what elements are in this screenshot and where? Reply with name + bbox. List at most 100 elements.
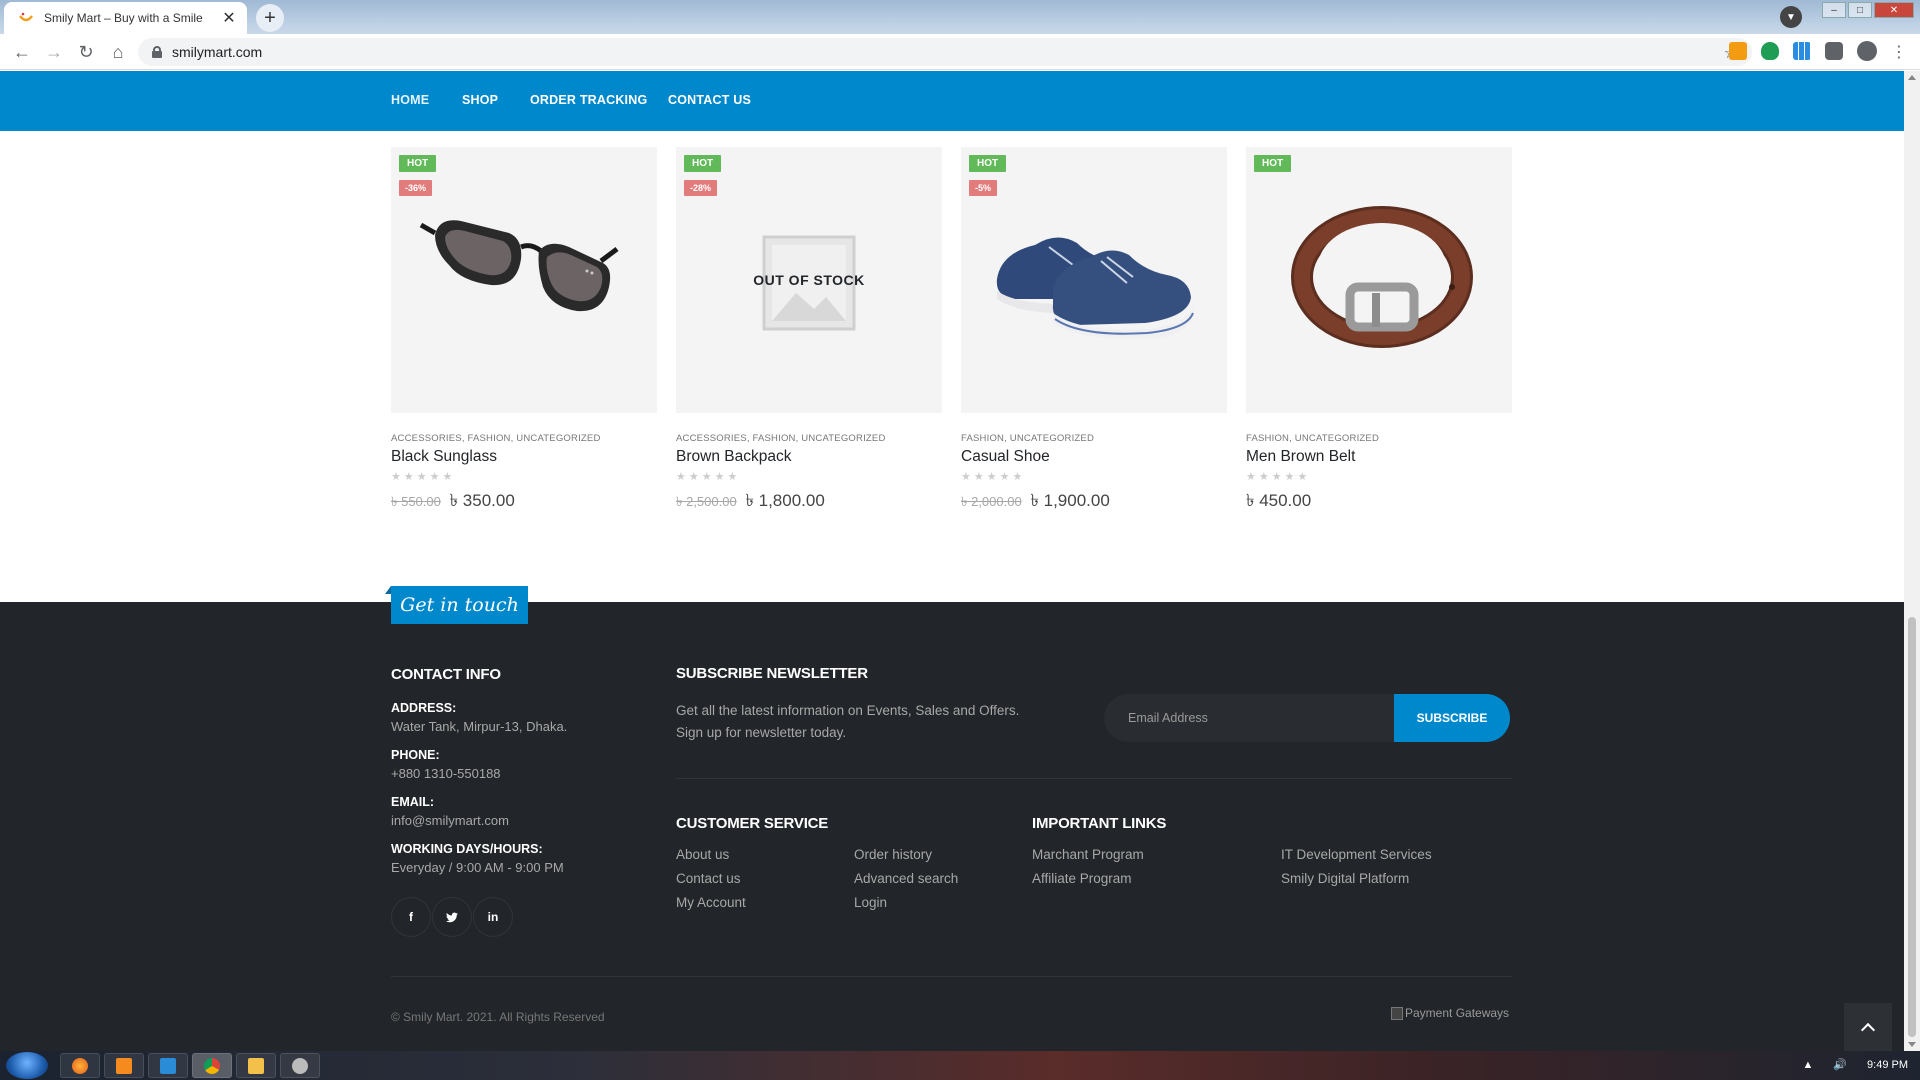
link-order-history[interactable]: Order history [854,847,932,862]
product-card[interactable]: HOT FASHION, UNCATEGORIZED Men Brown Bel… [1246,147,1512,516]
system-tray: ▲ 🔊 9:49 PM [1802,1058,1908,1072]
start-button-icon[interactable] [6,1052,48,1079]
sale-price: ৳ 350.00 [449,491,515,510]
link-marchant-program[interactable]: Marchant Program [1032,847,1144,862]
chrome-taskbar-icon[interactable] [192,1053,232,1078]
scrollbar-thumb[interactable] [1908,617,1916,1037]
sale-price: ৳ 450.00 [1246,491,1312,510]
facebook-icon[interactable]: f [391,897,431,937]
rating-stars: ★★★★★ [961,471,1026,483]
product-name[interactable]: Men Brown Belt [1246,448,1512,466]
minimize-icon[interactable]: – [1822,2,1846,18]
tray-expand-icon[interactable]: ▲ [1802,1059,1813,1071]
hot-badge: HOT [1254,155,1292,172]
address-label: ADDRESS: [391,701,457,715]
product-card[interactable]: HOT -28% OUT OF STOCK ACCESSORIES, FASHI… [676,147,942,516]
newsletter-email-input[interactable] [1104,694,1394,742]
payment-gateways-image: Payment Gateways [1391,1006,1509,1020]
scroll-down-arrow-icon[interactable] [1908,1042,1916,1047]
vscode-taskbar-icon[interactable] [148,1053,188,1078]
scroll-to-top-button[interactable] [1844,1003,1892,1051]
sublime-taskbar-icon[interactable] [104,1053,144,1078]
browser-profile-icon[interactable]: ▼ [1780,6,1802,28]
new-tab-button[interactable]: + [256,4,284,32]
nav-contact-us[interactable]: CONTACT US [668,93,751,107]
link-smily-digital-platform[interactable]: Smily Digital Platform [1281,871,1409,886]
browser-tab-active[interactable]: Smily Mart – Buy with a Smile ✕ [4,2,247,34]
file-explorer-taskbar-icon[interactable] [236,1053,276,1078]
newsletter-form: SUBSCRIBE [1104,694,1510,742]
product-image[interactable]: HOT -28% OUT OF STOCK [676,147,942,413]
old-price: ৳ 2,500.00 [676,494,737,509]
product-image[interactable]: HOT -5% [961,147,1227,413]
nav-order-tracking[interactable]: ORDER TRACKING [530,93,647,107]
nav-shop[interactable]: SHOP [462,93,498,107]
linkedin-icon[interactable]: in [473,897,513,937]
link-contact-us[interactable]: Contact us [676,871,741,886]
window-controls: – □ ✕ [1822,2,1914,18]
payment-gateways-alt: Payment Gateways [1405,1006,1510,1020]
clock-time[interactable]: 9:49 PM [1867,1059,1908,1071]
account-avatar-icon[interactable] [1857,41,1877,61]
get-in-touch-tab: Get in touch [385,586,528,624]
forward-arrow-icon[interactable]: → [38,36,70,68]
browser-menu-icon[interactable]: ⋮ [1891,42,1907,62]
url-omnibox[interactable]: smilymart.com ☆ [138,38,1752,66]
close-window-icon[interactable]: ✕ [1874,2,1914,18]
product-card[interactable]: HOT -36% ACCESSORIES, FASHION, UNCATEGOR… [391,147,657,516]
important-links-heading: IMPORTANT LINKS [1032,815,1167,832]
subscribe-button[interactable]: SUBSCRIBE [1394,694,1510,742]
reload-icon[interactable]: ↻ [70,36,102,68]
extension-orange-icon[interactable] [1729,42,1747,60]
extension-grid-icon[interactable] [1793,42,1811,60]
old-price: ৳ 2,000.00 [961,494,1022,509]
customer-service-heading: CUSTOMER SERVICE [676,815,829,832]
email-value[interactable]: info@smilymart.com [391,813,509,828]
product-categories[interactable]: ACCESSORIES, FASHION, UNCATEGORIZED [391,433,657,444]
product-categories[interactable]: ACCESSORIES, FASHION, UNCATEGORIZED [676,433,942,444]
firefox-taskbar-icon[interactable] [60,1053,100,1078]
nav-home[interactable]: HOME [391,93,429,107]
product-image[interactable]: HOT -36% [391,147,657,413]
phone-label: PHONE: [391,748,440,762]
app-taskbar-icon[interactable] [280,1053,320,1078]
lock-icon [152,46,162,58]
link-it-development-services[interactable]: IT Development Services [1281,847,1432,862]
browser-tab-strip: Smily Mart – Buy with a Smile ✕ + ▼ – □ … [0,0,1920,34]
phone-value[interactable]: +880 1310-550188 [391,766,501,781]
product-name[interactable]: Casual Shoe [961,448,1227,466]
link-advanced-search[interactable]: Advanced search [854,871,958,886]
main-navigation: HOME SHOP ORDER TRACKING CONTACT US [0,71,1904,131]
link-my-account[interactable]: My Account [676,895,746,910]
link-affiliate-program[interactable]: Affiliate Program [1032,871,1132,886]
extensions-puzzle-icon[interactable] [1825,42,1843,60]
product-name[interactable]: Brown Backpack [676,448,942,466]
newsletter-text: Get all the latest information on Events… [676,700,1019,744]
product-categories[interactable]: FASHION, UNCATEGORIZED [1246,433,1512,444]
maximize-icon[interactable]: □ [1848,2,1872,18]
product-name[interactable]: Black Sunglass [391,448,657,466]
volume-icon[interactable]: 🔊 [1833,1058,1847,1071]
product-image[interactable]: HOT [1246,147,1512,413]
product-categories[interactable]: FASHION, UNCATEGORIZED [961,433,1227,444]
rating-stars: ★★★★★ [1246,471,1311,483]
link-login[interactable]: Login [854,895,887,910]
extension-shield-icon[interactable] [1761,42,1779,60]
site-footer: Get in touch [0,586,1904,1051]
link-about-us[interactable]: About us [676,847,729,862]
scroll-up-arrow-icon[interactable] [1908,75,1916,80]
twitter-icon[interactable] [432,897,472,937]
page-scrollbar[interactable] [1904,71,1920,1051]
out-of-stock-label: OUT OF STOCK [753,272,865,288]
address-value: Water Tank, Mirpur-13, Dhaka. [391,719,568,734]
newsletter-line-2: Sign up for newsletter today. [676,725,847,740]
product-card[interactable]: HOT -5% FASHION, UNCATEGORIZED Casual Sh… [961,147,1227,516]
sale-price: ৳ 1,900.00 [1030,491,1110,510]
tab-close-icon[interactable]: ✕ [221,8,237,28]
footer-bottom-divider [391,976,1512,977]
page-viewport: HOME SHOP ORDER TRACKING CONTACT US HOT … [0,71,1904,1051]
home-icon[interactable]: ⌂ [102,36,134,68]
back-arrow-icon[interactable]: ← [6,36,38,68]
newsletter-line-1: Get all the latest information on Events… [676,703,1020,718]
url-text: smilymart.com [172,44,263,60]
